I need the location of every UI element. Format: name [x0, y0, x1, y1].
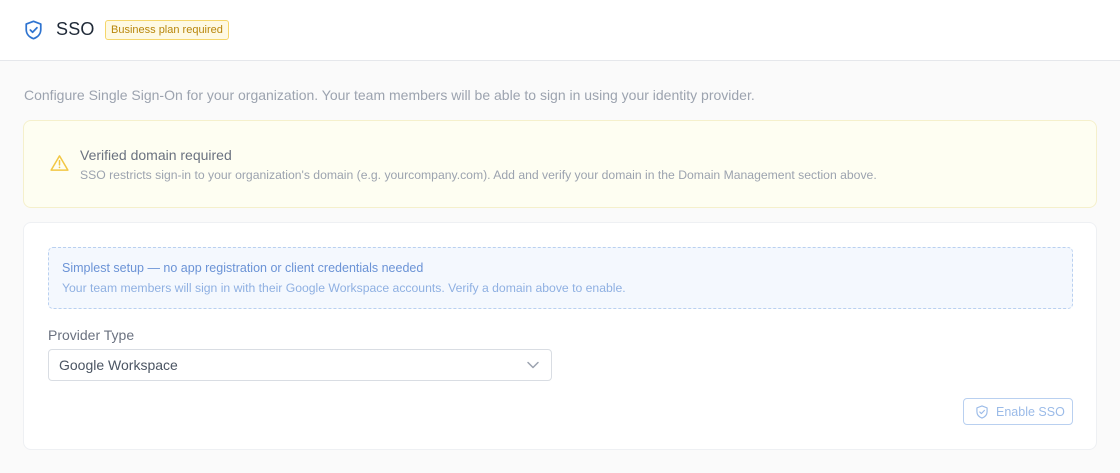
sso-config-card: Simplest setup — no app registration or …: [23, 222, 1097, 450]
warning-triangle-icon: [50, 155, 69, 171]
warning-title: Verified domain required: [80, 147, 232, 163]
page-title: SSO: [56, 19, 95, 39]
shield-check-icon: [976, 405, 988, 419]
provider-type-select[interactable]: Google Workspace: [48, 349, 552, 381]
setup-info-box: Simplest setup — no app registration or …: [48, 247, 1073, 309]
sso-settings-page: SSO Business plan required Configure Sin…: [0, 0, 1120, 473]
enable-sso-button[interactable]: Enable SSO: [963, 398, 1073, 425]
warning-text: SSO restricts sign-in to your organizati…: [80, 168, 877, 182]
page-description: Configure Single Sign-On for your organi…: [24, 87, 755, 103]
info-text: Your team members will sign in with thei…: [62, 281, 626, 295]
plan-badge: Business plan required: [105, 20, 229, 40]
section-header: SSO Business plan required: [0, 0, 1120, 61]
chevron-down-icon: [527, 361, 539, 369]
domain-warning-banner: Verified domain required SSO restricts s…: [23, 120, 1097, 208]
provider-type-label: Provider Type: [48, 327, 135, 343]
shield-check-icon: [25, 20, 42, 40]
provider-type-value: Google Workspace: [59, 357, 178, 373]
info-title: Simplest setup — no app registration or …: [62, 261, 424, 275]
enable-sso-label: Enable SSO: [996, 405, 1065, 419]
